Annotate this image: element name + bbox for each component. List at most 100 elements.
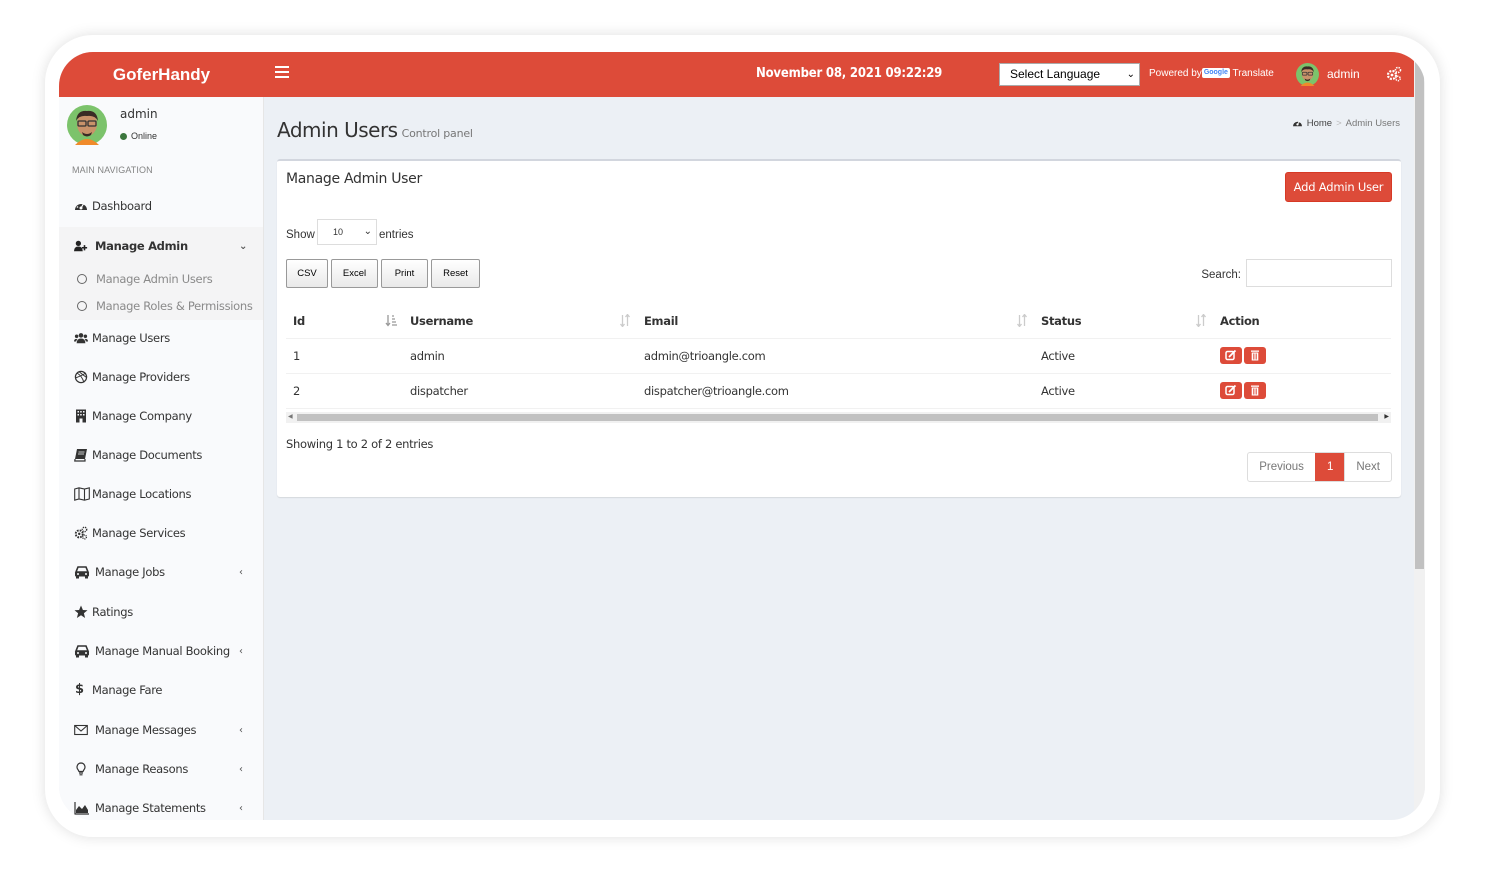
star-icon bbox=[74, 605, 88, 618]
gears-icon[interactable] bbox=[1386, 66, 1402, 82]
avatar bbox=[67, 105, 107, 145]
sidebar-item-label: Manage Roles & Permissions bbox=[96, 299, 253, 313]
csv-button[interactable]: CSV bbox=[286, 259, 328, 288]
dashboard-icon bbox=[1292, 120, 1302, 127]
page-title-text: Admin Users bbox=[277, 118, 398, 142]
pagination-page-current[interactable]: 1 bbox=[1314, 453, 1345, 481]
sidebar-item-dashboard[interactable]: Dashboard bbox=[59, 187, 263, 226]
scrollbar-thumb[interactable] bbox=[297, 414, 1378, 421]
page-subtitle: Control panel bbox=[401, 127, 473, 140]
current-datetime: November 08, 2021 09:22:29 bbox=[756, 66, 943, 81]
sidebar-item-manage-reasons[interactable]: Manage Reasons ‹ bbox=[59, 750, 263, 789]
user-avatar[interactable] bbox=[1296, 63, 1319, 86]
powered-by-label: Powered by bbox=[1149, 68, 1202, 79]
sidebar-item-manage-admin[interactable]: Manage Admin ⌄ bbox=[59, 227, 263, 266]
brand-logo[interactable]: GoferHandy bbox=[59, 52, 264, 97]
sidebar-item-manage-users[interactable]: Manage Users bbox=[59, 319, 263, 358]
sidebar-item-ratings[interactable]: Ratings bbox=[59, 593, 263, 632]
cell-status: Active bbox=[1034, 338, 1213, 374]
map-icon bbox=[74, 487, 90, 501]
hamburger-line bbox=[275, 76, 289, 78]
reset-button[interactable]: Reset bbox=[431, 259, 480, 288]
hamburger-icon bbox=[275, 66, 289, 68]
chevron-down-icon: ⌄ bbox=[363, 226, 372, 237]
column-label: Username bbox=[410, 313, 473, 328]
pagination-next[interactable]: Next bbox=[1344, 453, 1391, 481]
show-label: Show bbox=[286, 229, 315, 241]
translate-label: Translate bbox=[1232, 68, 1274, 79]
sidebar-item-manage-providers[interactable]: Manage Providers bbox=[59, 358, 263, 397]
table-horizontal-scrollbar[interactable]: ◀ ▶ bbox=[286, 412, 1391, 423]
sidebar-toggle-button[interactable] bbox=[275, 66, 289, 80]
page-length-select[interactable]: 10 ⌄ bbox=[317, 219, 377, 245]
column-header-username[interactable]: Username bbox=[403, 304, 637, 339]
breadcrumb: Home > Admin Users bbox=[1292, 118, 1400, 129]
add-admin-user-button[interactable]: Add Admin User bbox=[1285, 172, 1392, 202]
language-select[interactable]: Select Language ⌄ bbox=[999, 63, 1140, 86]
sort-both-icon bbox=[1195, 314, 1207, 327]
cell-action bbox=[1213, 373, 1391, 409]
chevron-left-icon: ‹ bbox=[239, 803, 243, 814]
delete-button[interactable] bbox=[1244, 347, 1266, 364]
edit-button[interactable] bbox=[1220, 347, 1242, 364]
sidebar: admin Online MAIN NAVIGATION Dashboard M… bbox=[59, 97, 264, 820]
breadcrumb-home-link[interactable]: Home bbox=[1307, 118, 1332, 129]
sidebar-item-label: Manage Fare bbox=[92, 683, 163, 697]
cell-id: 2 bbox=[286, 373, 403, 409]
taxi-icon bbox=[74, 566, 90, 579]
cell-status: Active bbox=[1034, 373, 1213, 409]
sidebar-item-manage-messages[interactable]: Manage Messages ‹ bbox=[59, 711, 263, 750]
column-header-status[interactable]: Status bbox=[1034, 304, 1213, 339]
cell-email: dispatcher@trioangle.com bbox=[637, 373, 1034, 409]
top-username[interactable]: admin bbox=[1327, 52, 1360, 96]
sidebar-item-label: Manage Admin bbox=[95, 239, 188, 253]
box-title: Manage Admin User bbox=[286, 171, 422, 187]
gears-icon bbox=[74, 526, 88, 540]
sidebar-item-manage-statements[interactable]: Manage Statements ‹ bbox=[59, 789, 263, 820]
users-icon bbox=[74, 333, 88, 344]
print-button[interactable]: Print bbox=[381, 259, 428, 288]
admin-users-box: Manage Admin User Add Admin User Show 10… bbox=[277, 159, 1401, 497]
page-title: Admin Users Control panel bbox=[277, 118, 473, 142]
dribbble-icon bbox=[74, 370, 88, 384]
content-wrapper: Admin Users Control panel Home > Admin User… bbox=[264, 97, 1414, 820]
table-row: 1 admin admin@trioangle.com Active bbox=[286, 338, 1391, 374]
sidebar-item-manage-company[interactable]: Manage Company bbox=[59, 397, 263, 436]
user-plus-icon bbox=[74, 240, 88, 252]
app-screen: GoferHandy November 08, 2021 09:22:29 Se… bbox=[59, 52, 1425, 820]
edit-icon bbox=[1225, 385, 1237, 396]
sort-both-icon bbox=[1016, 314, 1028, 327]
taxi-icon bbox=[74, 645, 90, 658]
column-header-id[interactable]: Id bbox=[286, 304, 403, 339]
delete-button[interactable] bbox=[1244, 382, 1266, 399]
sidebar-item-manage-locations[interactable]: Manage Locations bbox=[59, 475, 263, 514]
scroll-left-icon[interactable]: ◀ bbox=[288, 413, 293, 420]
table-info: Showing 1 to 2 of 2 entries bbox=[286, 437, 434, 451]
sidebar-item-label: Dashboard bbox=[92, 199, 152, 213]
book-icon bbox=[74, 449, 87, 462]
google-translate-attribution[interactable]: Powered by Google Translate bbox=[1149, 52, 1274, 96]
sidebar-item-label: Manage Messages bbox=[95, 723, 197, 737]
sidebar-item-manage-fare[interactable]: $ Manage Fare bbox=[59, 671, 263, 710]
trash-icon bbox=[1251, 385, 1259, 396]
edit-button[interactable] bbox=[1220, 382, 1242, 399]
sidebar-item-manage-documents[interactable]: Manage Documents bbox=[59, 436, 263, 475]
scrollbar-thumb[interactable] bbox=[1415, 62, 1424, 569]
sidebar-item-label: Manage Reasons bbox=[95, 762, 189, 776]
chevron-left-icon: ‹ bbox=[239, 567, 243, 578]
column-header-email[interactable]: Email bbox=[637, 304, 1034, 339]
column-label: Email bbox=[644, 313, 678, 328]
table-header-row: Id Username Email Status Action bbox=[286, 304, 1391, 339]
sidebar-item-manage-roles-permissions[interactable]: Manage Roles & Permissions bbox=[59, 293, 263, 320]
cell-id: 1 bbox=[286, 338, 403, 374]
pagination-previous[interactable]: Previous bbox=[1248, 453, 1315, 481]
sidebar-item-manage-jobs[interactable]: Manage Jobs ‹ bbox=[59, 553, 263, 592]
entries-label: entries bbox=[379, 229, 414, 241]
search-input[interactable] bbox=[1246, 259, 1392, 287]
excel-button[interactable]: Excel bbox=[331, 259, 378, 288]
sidebar-item-manage-services[interactable]: Manage Services bbox=[59, 514, 263, 553]
scroll-right-icon[interactable]: ▶ bbox=[1384, 413, 1389, 420]
page-vertical-scrollbar[interactable] bbox=[1414, 52, 1425, 820]
sidebar-item-manage-admin-users[interactable]: Manage Admin Users bbox=[59, 266, 263, 293]
sidebar-item-manage-manual-booking[interactable]: Manage Manual Booking ‹ bbox=[59, 632, 263, 671]
